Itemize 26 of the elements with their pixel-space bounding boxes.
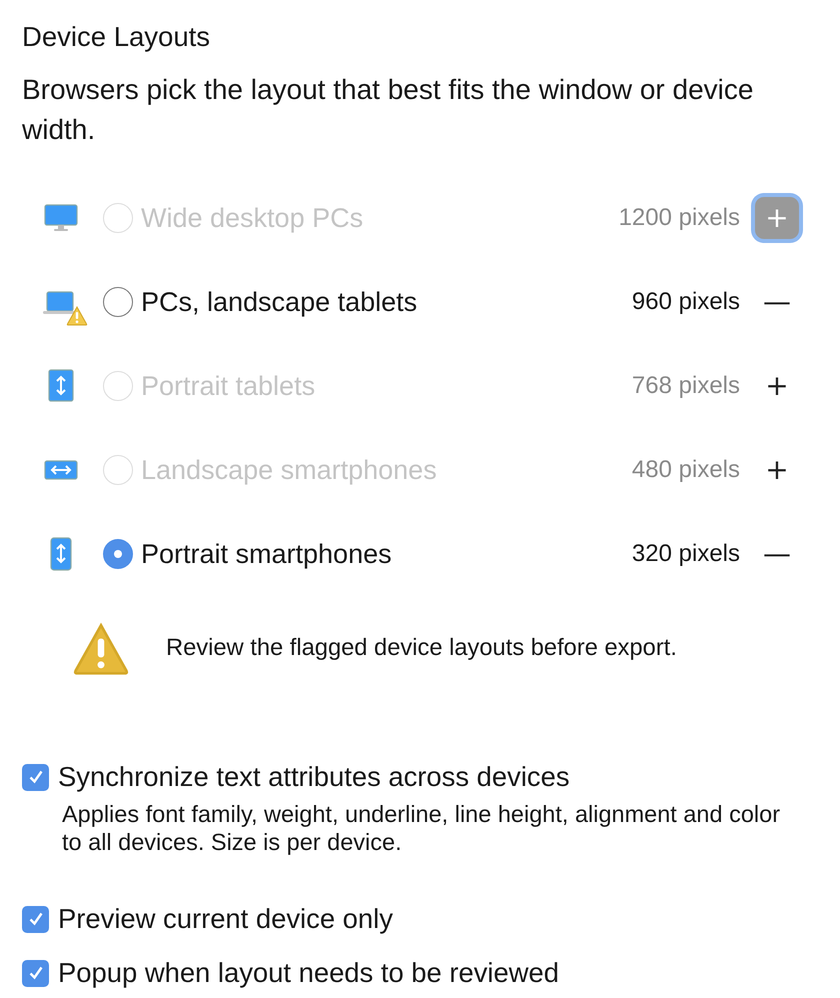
checkmark-icon bbox=[28, 966, 42, 980]
checkbox-label[interactable]: Synchronize text attributes across devices bbox=[58, 760, 570, 794]
step-button[interactable]: — bbox=[755, 533, 799, 575]
checkbox[interactable] bbox=[22, 960, 49, 986]
layout-label[interactable]: PCs, landscape tablets bbox=[141, 286, 540, 318]
width-text: 960 pixels bbox=[630, 288, 740, 316]
step-button[interactable]: + bbox=[755, 449, 799, 491]
width-text: 768 pixels bbox=[630, 372, 740, 400]
description-text: Browsers pick the layout that best fits the window or device width. bbox=[22, 73, 754, 147]
checkmark-icon bbox=[28, 770, 42, 784]
option-description: Applies font family, weight, underline, line height, alignment and color to all devices. Size is per device. bbox=[62, 800, 782, 856]
alert-message: Review the flagged device layouts before export. bbox=[166, 634, 677, 662]
radio-button[interactable] bbox=[103, 287, 133, 317]
width-text: 320 pixels bbox=[630, 540, 740, 568]
section-title: Device Layouts bbox=[22, 20, 212, 54]
checkbox[interactable] bbox=[22, 764, 49, 790]
width-text: 1200 pixels bbox=[618, 204, 740, 232]
checkbox[interactable] bbox=[22, 906, 49, 932]
step-button[interactable]: + bbox=[755, 365, 799, 407]
checkbox-label[interactable]: Popup when layout needs to be reviewed bbox=[58, 956, 559, 990]
width-text: 480 pixels bbox=[630, 456, 740, 484]
layout-label[interactable]: Portrait smartphones bbox=[141, 538, 540, 570]
checkbox-label[interactable]: Preview current device only bbox=[58, 902, 393, 936]
radio-button[interactable] bbox=[103, 539, 133, 569]
step-button[interactable]: — bbox=[755, 281, 799, 323]
checkmark-icon bbox=[28, 912, 42, 926]
